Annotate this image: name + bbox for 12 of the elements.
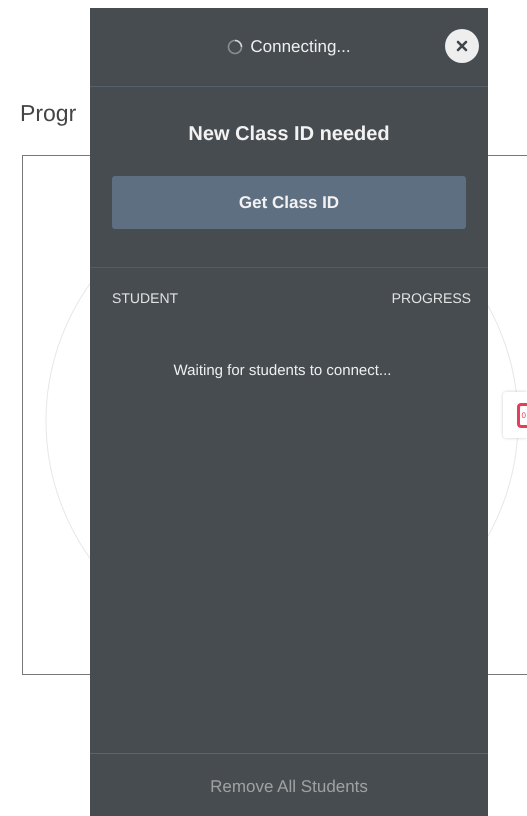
close-icon <box>456 40 468 52</box>
spinner-icon <box>227 39 244 55</box>
count-badge: 0 <box>516 402 527 428</box>
column-header: PROGRESS <box>392 290 471 306</box>
chart-title: Progr <box>20 100 76 127</box>
remove-all-students-button[interactable]: Remove All Students <box>210 777 368 797</box>
close-button[interactable] <box>445 29 479 63</box>
column-header: STUDENT <box>112 290 178 306</box>
panel-heading: New Class ID needed <box>188 123 390 146</box>
empty-message: Waiting for students to connect... <box>172 362 392 379</box>
get-class-id-button[interactable]: Get Class ID <box>112 176 466 229</box>
connection-status: Connecting... <box>250 37 351 57</box>
